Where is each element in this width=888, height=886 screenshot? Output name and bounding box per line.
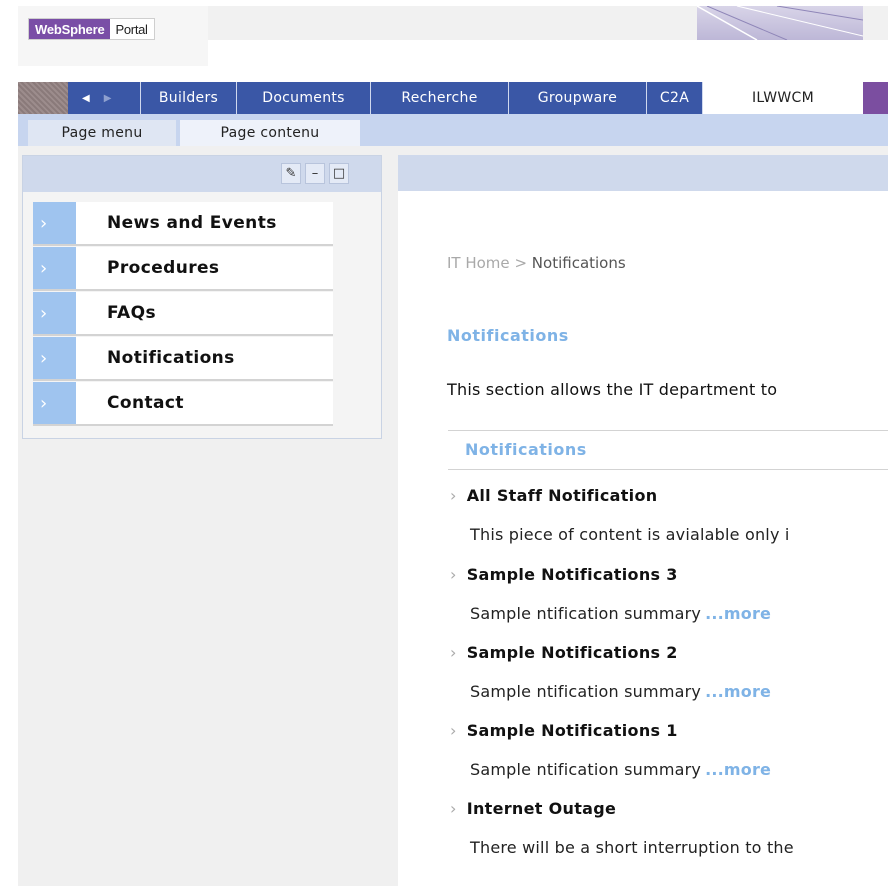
subtab-page-contenu[interactable]: Page contenu	[180, 120, 360, 146]
chevron-right-icon: ›	[33, 292, 76, 334]
nav-prev-arrow-icon[interactable]: ◀	[82, 93, 90, 104]
chevron-right-icon: ›	[33, 202, 76, 244]
notification-title-text: All Staff Notification	[466, 486, 658, 505]
chevron-right-icon: ›	[450, 643, 457, 662]
subtab-page-menu[interactable]: Page menu	[28, 120, 176, 146]
tab-documents[interactable]: Documents	[236, 82, 370, 114]
nav-end-decoration	[863, 82, 888, 114]
chevron-right-icon: ›	[33, 337, 76, 379]
menu-item-procedures[interactable]: › Procedures	[33, 247, 333, 291]
chevron-right-icon: ›	[450, 721, 457, 740]
page-title: Notifications	[447, 326, 569, 345]
more-link[interactable]: ...more	[705, 760, 771, 779]
tab-c2a[interactable]: C2A	[646, 82, 702, 114]
notification-summary-text: There will be a short interruption to th…	[470, 838, 794, 857]
more-link[interactable]: ...more	[705, 682, 771, 701]
notification-title-internet-outage[interactable]: › Internet Outage	[450, 799, 616, 818]
breadcrumb-current: Notifications	[531, 254, 626, 272]
sub-navigation-bar: Page menu Page contenu	[18, 114, 888, 146]
menu-portlet: ✎ – □ › News and Events › Procedures › F…	[22, 155, 382, 439]
menu-item-label: Notifications	[107, 348, 235, 368]
notification-title-sample-2[interactable]: › Sample Notifications 2	[450, 643, 678, 662]
notification-summary: This piece of content is avialable only …	[470, 525, 790, 544]
notification-summary-text: Sample ntification summary	[470, 604, 702, 623]
logo-product-text: Portal	[110, 19, 154, 39]
notification-title-text: Sample Notifications 2	[466, 643, 678, 662]
notification-summary-text: Sample ntification summary	[470, 760, 702, 779]
list-header-label: Notifications	[465, 440, 587, 459]
maximize-icon[interactable]: □	[329, 163, 349, 184]
menu-item-contact[interactable]: › Contact	[33, 382, 333, 426]
nav-scroll-arrows: ◀ ▶	[68, 82, 140, 114]
chevron-right-icon: ›	[450, 799, 457, 818]
notification-title-text: Sample Notifications 1	[466, 721, 678, 740]
logo-area: WebSphere Portal	[18, 6, 208, 66]
menu-item-label: Procedures	[107, 258, 220, 278]
tab-builders[interactable]: Builders	[140, 82, 236, 114]
breadcrumb-separator: >	[514, 254, 528, 272]
tab-recherche[interactable]: Recherche	[370, 82, 508, 114]
breadcrumb-home-link[interactable]: IT Home	[447, 254, 510, 272]
notification-title-all-staff[interactable]: › All Staff Notification	[450, 486, 657, 505]
breadcrumb: IT Home > Notifications	[447, 254, 626, 272]
notification-title-sample-3[interactable]: › Sample Notifications 3	[450, 565, 678, 584]
notification-title-text: Sample Notifications 3	[466, 565, 678, 584]
notification-title-text: Internet Outage	[466, 799, 617, 818]
menu-item-news-and-events[interactable]: › News and Events	[33, 202, 333, 246]
notification-summary: There will be a short interruption to th…	[470, 838, 794, 857]
chevron-right-icon: ›	[450, 565, 457, 584]
menu-item-label: News and Events	[107, 213, 277, 233]
header-decorative-graphic	[697, 6, 863, 40]
notification-summary: Sample ntification summary ...more	[470, 760, 771, 779]
menu-item-notifications[interactable]: › Notifications	[33, 337, 333, 381]
notification-summary-text: This piece of content is avialable only …	[470, 525, 790, 544]
section-description: This section allows the IT department to	[447, 380, 778, 399]
edit-wrench-icon[interactable]: ✎	[281, 163, 301, 184]
notifications-list-header: Notifications	[448, 430, 888, 470]
more-link[interactable]: ...more	[705, 604, 771, 623]
chevron-right-icon: ›	[33, 247, 76, 289]
notification-summary: Sample ntification summary ...more	[470, 604, 771, 623]
notification-summary: Sample ntification summary ...more	[470, 682, 771, 701]
notification-summary-text: Sample ntification summary	[470, 682, 702, 701]
nav-pattern-decoration	[18, 82, 68, 114]
minimize-icon[interactable]: –	[305, 163, 325, 184]
menu-item-label: Contact	[107, 393, 184, 413]
notification-title-sample-1[interactable]: › Sample Notifications 1	[450, 721, 678, 740]
top-navigation-bar: ◀ ▶ Builders Documents Recherche Groupwa…	[18, 82, 888, 114]
portal-header: WebSphere Portal	[0, 0, 888, 82]
menu-item-label: FAQs	[107, 303, 156, 323]
menu-portlet-titlebar: ✎ – □	[23, 156, 381, 192]
chevron-right-icon: ›	[450, 486, 457, 505]
logo-brand-text: WebSphere	[29, 19, 111, 39]
content-portlet-titlebar	[398, 155, 888, 191]
tab-ilwwcm[interactable]: ILWWCM	[702, 82, 863, 114]
menu-item-faqs[interactable]: › FAQs	[33, 292, 333, 336]
tab-groupware[interactable]: Groupware	[508, 82, 646, 114]
websphere-portal-logo[interactable]: WebSphere Portal	[28, 18, 155, 40]
nav-next-arrow-icon[interactable]: ▶	[104, 93, 112, 104]
chevron-right-icon: ›	[33, 382, 76, 424]
